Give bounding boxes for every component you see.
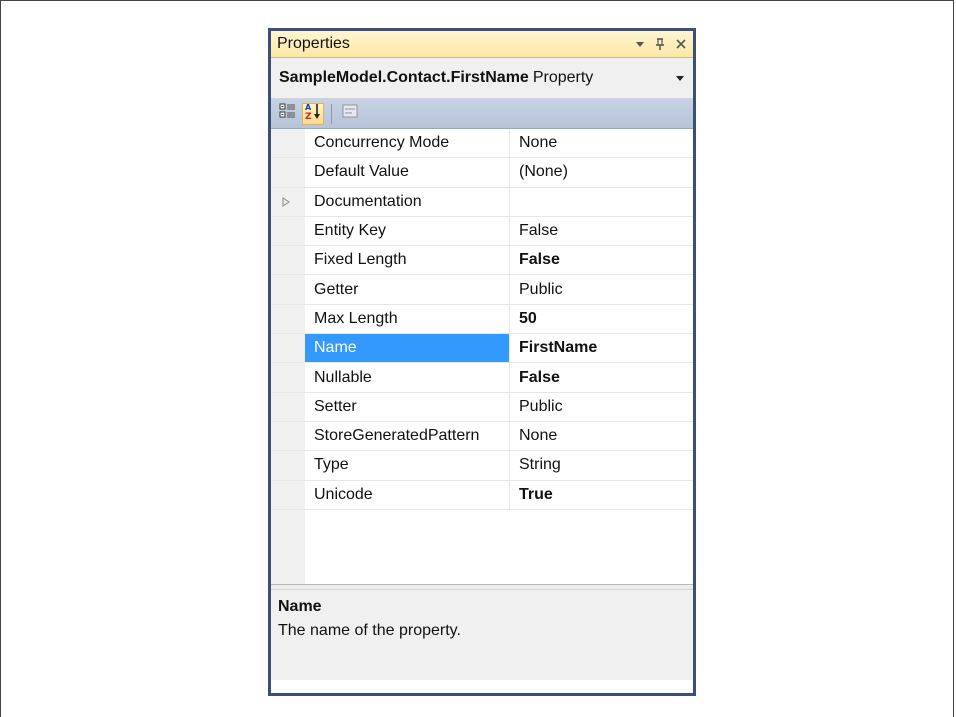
property-rows: Concurrency Mode None Default Value (None) D… (271, 129, 693, 510)
property-row[interactable]: Type String (271, 451, 693, 481)
expand-triangle-icon[interactable] (279, 195, 293, 209)
object-selector-dropdown[interactable]: SampleModel.Contact.FirstName Property (271, 58, 693, 99)
property-name[interactable]: Concurrency Mode (305, 129, 510, 158)
property-name[interactable]: Getter (305, 275, 510, 304)
property-row[interactable]: Documentation (271, 187, 693, 217)
description-text: The name of the property. (278, 622, 461, 639)
property-name[interactable]: Documentation (305, 187, 510, 216)
property-value[interactable]: FirstName (510, 339, 693, 357)
property-value[interactable]: False (510, 369, 693, 387)
property-value[interactable]: (None) (510, 163, 693, 181)
property-name[interactable]: Name (305, 334, 510, 363)
property-row[interactable]: StoreGeneratedPattern None (271, 421, 693, 452)
property-row[interactable]: Setter Public (271, 392, 693, 422)
property-row[interactable]: Entity Key False (271, 216, 693, 247)
categorized-icon (279, 103, 297, 124)
property-name[interactable]: Entity Key (305, 216, 510, 246)
property-name[interactable]: Default Value (305, 158, 510, 187)
title-bar-controls (635, 37, 687, 51)
selected-object-name: SampleModel.Contact.FirstName (279, 69, 529, 86)
property-value[interactable]: True (510, 486, 693, 504)
selected-object-type: Property (532, 69, 594, 86)
property-row[interactable]: Unicode True (271, 480, 693, 510)
property-value[interactable]: String (510, 456, 693, 474)
property-name[interactable]: Max Length (305, 304, 510, 334)
property-row[interactable]: Name FirstName (271, 334, 693, 364)
property-row[interactable]: Concurrency Mode None (271, 129, 693, 159)
property-value[interactable]: 50 (510, 310, 693, 328)
property-grid: Concurrency Mode None Default Value (None) D… (271, 129, 693, 584)
description-pane: Name The name of the property. (271, 590, 693, 680)
property-name[interactable]: Nullable (305, 363, 510, 392)
property-name[interactable]: Fixed Length (305, 246, 510, 275)
property-name[interactable]: Type (305, 451, 510, 480)
auto-hide-pin-icon[interactable] (654, 37, 666, 51)
property-row[interactable]: Nullable False (271, 363, 693, 393)
property-value[interactable]: None (510, 427, 693, 445)
alphabetical-button[interactable]: A Z (302, 102, 324, 125)
property-value[interactable]: False (510, 222, 693, 240)
property-row[interactable]: Default Value (None) (271, 158, 693, 188)
svg-text:A: A (305, 103, 312, 112)
categorized-button[interactable] (277, 103, 299, 125)
property-value[interactable]: Public (510, 398, 693, 416)
properties-toolbar: A Z (271, 99, 693, 129)
title-bar: Properties (271, 31, 693, 58)
properties-window: Properties SampleModel.Contact.FirstName… (268, 28, 696, 696)
alphabetical-icon: A Z (304, 102, 322, 125)
close-icon[interactable] (675, 38, 687, 50)
property-name[interactable]: Unicode (305, 480, 510, 509)
object-selector-label: SampleModel.Contact.FirstName Property (279, 69, 593, 87)
description-title: Name (278, 598, 322, 615)
property-name[interactable]: Setter (305, 392, 510, 421)
window-position-dropdown-icon[interactable] (635, 40, 645, 48)
property-value[interactable]: Public (510, 281, 693, 299)
property-value[interactable]: False (510, 251, 693, 269)
chevron-down-icon[interactable] (675, 74, 685, 82)
property-row[interactable]: Fixed Length False (271, 246, 693, 276)
property-row[interactable]: Max Length 50 (271, 304, 693, 335)
property-row[interactable]: Getter Public (271, 275, 693, 305)
property-value[interactable]: None (510, 134, 693, 152)
toolbar-separator (331, 103, 332, 124)
window-title: Properties (277, 35, 350, 52)
property-pages-icon (341, 103, 359, 124)
property-name[interactable]: StoreGeneratedPattern (305, 421, 510, 451)
property-pages-button[interactable] (339, 103, 361, 125)
svg-text:Z: Z (305, 112, 312, 120)
